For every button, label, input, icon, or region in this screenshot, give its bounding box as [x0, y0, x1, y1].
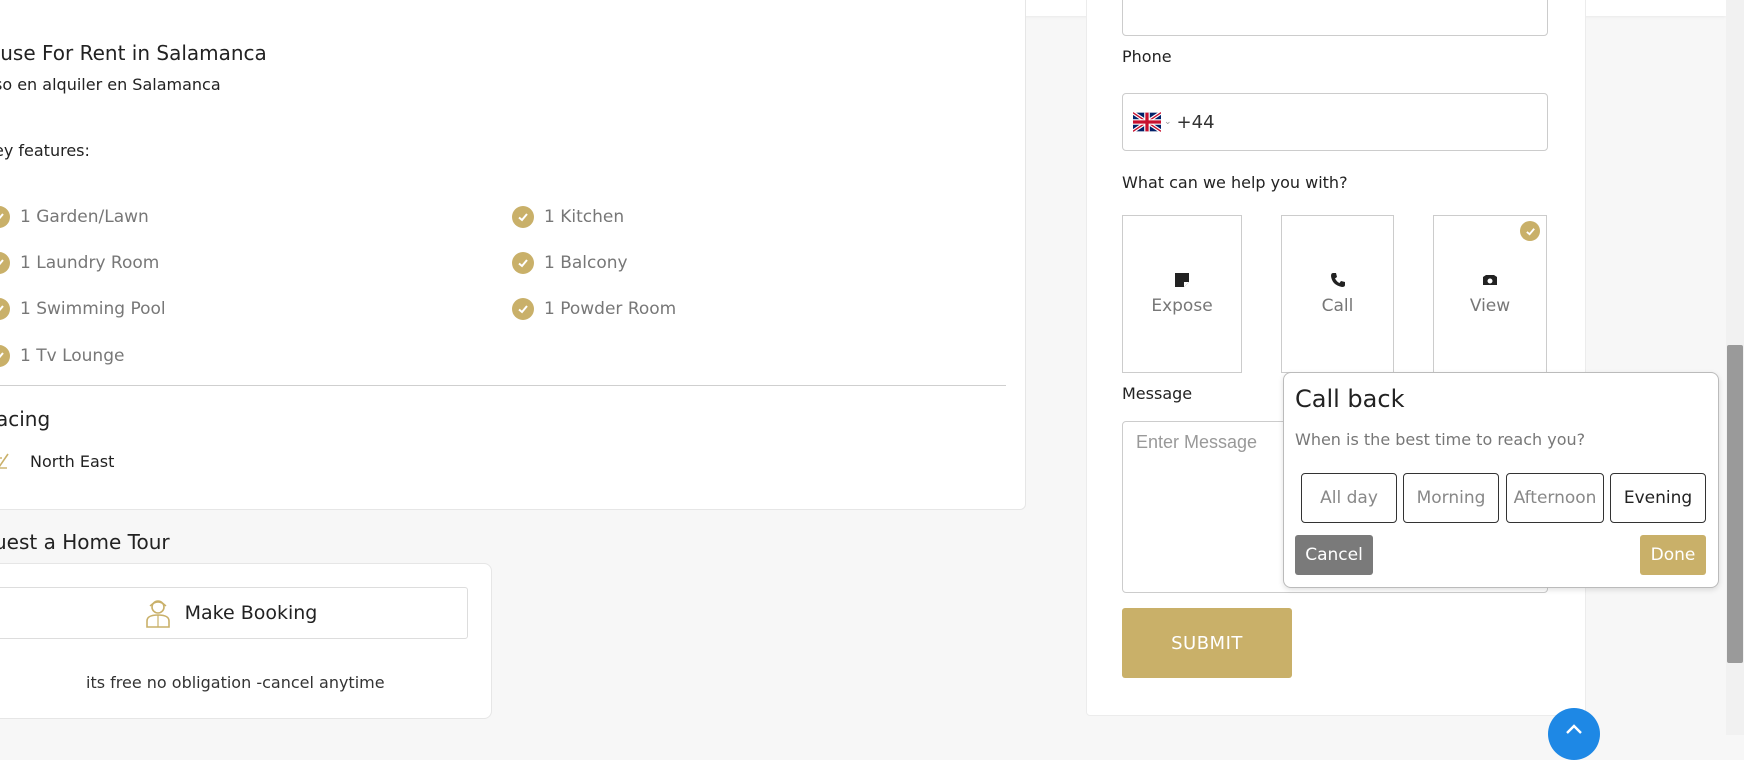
- uk-flag-icon[interactable]: [1133, 112, 1161, 132]
- feature-item: 1 Tv Lounge: [0, 343, 124, 369]
- feature-label: 1 Powder Room: [544, 299, 677, 319]
- feature-label: 1 Kitchen: [544, 207, 625, 227]
- phone-label: Phone: [1122, 47, 1172, 66]
- option-label: Expose: [1151, 296, 1213, 316]
- option-call[interactable]: Call: [1281, 215, 1394, 373]
- check-icon: [0, 298, 10, 320]
- booking-note: its free no obligation -cancel anytime: [86, 673, 385, 692]
- listing-title: ouse For Rent in Salamanca: [0, 41, 267, 65]
- chevron-up-icon: [1566, 724, 1582, 734]
- feature-item: 1 Balcony: [512, 250, 628, 276]
- feature-label: 1 Laundry Room: [20, 253, 160, 273]
- phone-icon: [1330, 273, 1345, 287]
- popup-title: Call back: [1295, 385, 1405, 413]
- feature-item: 1 Swimming Pool: [0, 296, 166, 322]
- option-label: View: [1469, 296, 1511, 316]
- check-icon: [512, 206, 534, 228]
- make-booking-label: Make Booking: [184, 602, 318, 624]
- done-button[interactable]: Done: [1640, 535, 1706, 575]
- message-placeholder: Enter Message: [1136, 432, 1258, 452]
- time-option-morning[interactable]: Morning: [1403, 473, 1499, 523]
- option-expose[interactable]: Expose: [1122, 215, 1242, 373]
- time-option-afternoon[interactable]: Afternoon: [1506, 473, 1604, 523]
- compass-icon: [0, 453, 9, 469]
- message-label: Message: [1122, 384, 1193, 403]
- section-divider: [0, 385, 1006, 386]
- make-booking-button[interactable]: Make Booking: [0, 587, 468, 639]
- help-label: What can we help you with?: [1122, 173, 1348, 192]
- check-icon: [0, 252, 10, 274]
- agent-icon: [145, 600, 170, 628]
- feature-item: 1 Garden/Lawn: [0, 204, 149, 230]
- facing-title: acing: [0, 407, 51, 431]
- eye-icon: [1483, 275, 1497, 285]
- home-tour-title: uest a Home Tour: [0, 530, 170, 554]
- cancel-button[interactable]: Cancel: [1295, 535, 1373, 575]
- submit-button[interactable]: SUBMIT: [1122, 608, 1292, 678]
- check-icon: [512, 298, 534, 320]
- feature-label: 1 Balcony: [544, 253, 628, 273]
- time-option-evening[interactable]: Evening: [1610, 473, 1706, 523]
- email-field[interactable]: [1122, 0, 1548, 36]
- feature-item: 1 Laundry Room: [0, 250, 159, 276]
- feature-item: 1 Kitchen: [512, 204, 624, 230]
- feature-label: 1 Swimming Pool: [20, 299, 166, 319]
- facing-value: North East: [30, 452, 115, 471]
- note-icon: [1175, 273, 1189, 287]
- feature-label: 1 Tv Lounge: [20, 346, 125, 366]
- key-features-label: ey features:: [0, 141, 90, 160]
- check-icon: [512, 252, 534, 274]
- option-label: Call: [1321, 296, 1354, 316]
- check-icon: [0, 345, 10, 367]
- selected-check-icon: [1520, 221, 1540, 241]
- phone-prefix[interactable]: +44: [1177, 112, 1215, 133]
- feature-item: 1 Powder Room: [512, 296, 676, 322]
- chevron-down-icon[interactable]: ⌄: [1164, 117, 1172, 127]
- listing-subtitle: so en alquiler en Salamanca: [0, 75, 221, 94]
- feature-label: 1 Garden/Lawn: [20, 207, 149, 227]
- popup-subtitle: When is the best time to reach you?: [1295, 430, 1586, 449]
- phone-field[interactable]: ⌄ +44: [1122, 93, 1548, 151]
- check-icon: [0, 206, 10, 228]
- time-option-all-day[interactable]: All day: [1301, 473, 1397, 523]
- scrollbar-thumb[interactable]: [1727, 345, 1743, 663]
- scroll-to-top-button[interactable]: [1548, 708, 1600, 760]
